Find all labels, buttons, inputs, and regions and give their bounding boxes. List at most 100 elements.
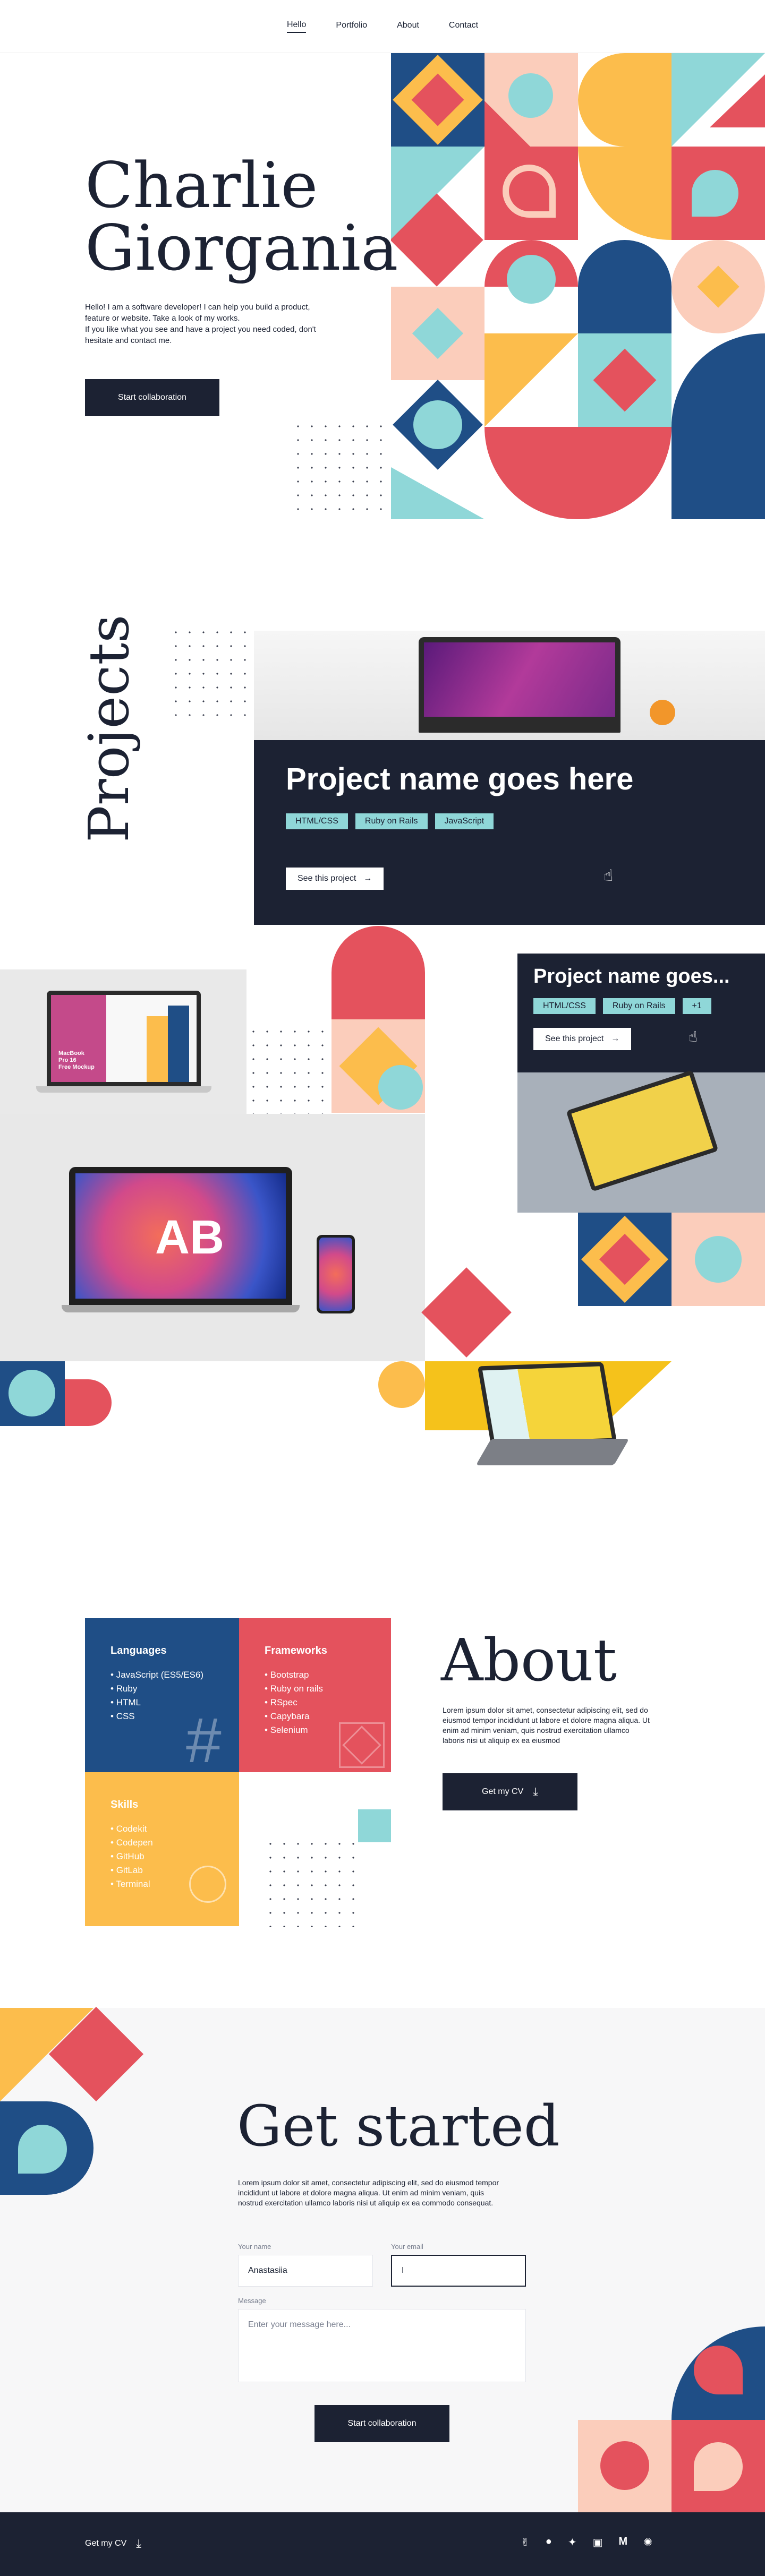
contact-text-line: incididunt ut labore et dolore magna ali… xyxy=(238,2188,484,2197)
angellist-icon[interactable]: ✌ xyxy=(521,2536,530,2549)
mockup-label-line: Pro 16 xyxy=(58,1057,76,1063)
hero-geometric-art xyxy=(391,53,765,519)
orange-icon xyxy=(650,700,675,725)
laptop-screen xyxy=(424,642,615,717)
message-label: Message xyxy=(238,2297,266,2305)
laptop-icon: MacBook Pro 16 Free Mockup xyxy=(47,991,201,1086)
email-field-group: Your email I xyxy=(391,2243,526,2287)
dribbble-icon[interactable]: ✺ xyxy=(643,2536,652,2549)
framework-item: Selenium xyxy=(265,1723,323,1737)
social-links: ✌ ● ✦ ▣ M ✺ xyxy=(521,2536,652,2549)
name-label: Your name xyxy=(238,2243,271,2251)
see-project-1-label: See this project xyxy=(298,874,356,883)
hero-intro: Hello! I am a software developer! I can … xyxy=(85,302,361,346)
laptop-base xyxy=(475,1439,630,1465)
arrow-right-icon: → xyxy=(611,1034,620,1043)
skill-item: GitLab xyxy=(110,1864,153,1877)
framework-item: RSpec xyxy=(265,1696,323,1710)
phone-screen xyxy=(319,1238,352,1311)
circle-decoration xyxy=(600,2441,649,2490)
circle-decoration xyxy=(378,1065,423,1110)
projects-heading: Projects xyxy=(76,614,141,843)
framework-frame-icon xyxy=(339,1722,385,1768)
about-text-line: enim ad minim veniam, quis nostrud exerc… xyxy=(443,1726,630,1734)
frameworks-list: Bootstrap Ruby on rails RSpec Capybara S… xyxy=(265,1668,323,1737)
name-field-group: Your name Anastasiia xyxy=(238,2243,373,2287)
language-item: JavaScript (ES5/ES6) xyxy=(110,1668,203,1682)
cursor-hand-icon: ☝ xyxy=(604,867,614,885)
circle-decoration xyxy=(378,1361,425,1408)
framework-item: Bootstrap xyxy=(265,1668,323,1682)
get-cv-label: Get my CV xyxy=(482,1787,524,1796)
mockup-label-line: Free Mockup xyxy=(58,1064,95,1070)
nav-hello[interactable]: Hello xyxy=(286,20,307,33)
see-project-2-button[interactable]: See this project → xyxy=(533,1028,632,1050)
laptop-screen: MacBook Pro 16 Free Mockup xyxy=(51,995,197,1082)
skill-item: Terminal xyxy=(110,1877,153,1891)
tag-ruby-on-rails: Ruby on Rails xyxy=(602,998,675,1014)
lightbulb-icon xyxy=(189,1866,226,1903)
project-image-2 xyxy=(517,1070,765,1213)
project-card-2-title: Project name goes... xyxy=(533,965,730,988)
laptop-base xyxy=(36,1086,211,1093)
tag-html-css: HTML/CSS xyxy=(286,813,348,829)
footer-cv-link[interactable]: Get my CV ⤓ xyxy=(85,2537,141,2551)
laptop-icon: AB xyxy=(69,1167,292,1305)
laptop-icon xyxy=(419,637,620,733)
nav-portfolio[interactable]: Portfolio xyxy=(336,21,367,32)
mockup-label: MacBook Pro 16 Free Mockup xyxy=(58,1050,95,1071)
tag-ruby-on-rails: Ruby on Rails xyxy=(355,813,428,829)
medium-icon[interactable]: M xyxy=(619,2536,628,2549)
contact-text: Lorem ipsum dolor sit amet, consectetur … xyxy=(238,2178,536,2208)
laptop-screen: AB xyxy=(75,1173,286,1299)
nav-about[interactable]: About xyxy=(397,21,419,32)
laptop-base xyxy=(62,1305,300,1312)
name-input[interactable]: Anastasiia xyxy=(238,2255,373,2287)
about-text: Lorem ipsum dolor sit amet, consectetur … xyxy=(443,1705,687,1746)
twitter-icon[interactable]: ✦ xyxy=(568,2536,577,2549)
dot-grid-decoration xyxy=(169,625,254,716)
start-collaboration-button[interactable]: Start collaboration xyxy=(85,379,219,416)
languages-title: Languages xyxy=(110,1645,167,1656)
dot-grid-decoration xyxy=(246,1025,332,1114)
contact-heading: Get started xyxy=(237,2093,560,2159)
skills-panel: Skills Codekit Codepen GitHub GitLab Ter… xyxy=(85,1772,239,1926)
see-project-2-label: See this project xyxy=(545,1034,604,1043)
framework-item: Ruby on rails xyxy=(265,1682,323,1696)
github-icon[interactable]: ● xyxy=(546,2536,552,2549)
mockup-label-line: MacBook xyxy=(58,1050,84,1057)
hero-intro-line: If you like what you see and have a proj… xyxy=(85,325,316,334)
get-cv-button[interactable]: Get my CV ⤓ xyxy=(443,1773,577,1810)
skill-item: GitHub xyxy=(110,1850,153,1864)
phone-icon xyxy=(317,1235,355,1313)
about-text-line: eiusmod tempor incididunt ut labore et d… xyxy=(443,1716,650,1724)
nav-contact[interactable]: Contact xyxy=(449,21,478,32)
footer: Get my CV ⤓ ✌ ● ✦ ▣ M ✺ xyxy=(0,2512,765,2576)
dot-grid-decoration xyxy=(291,419,391,520)
tag-html-css: HTML/CSS xyxy=(533,998,596,1014)
email-input[interactable]: I xyxy=(391,2255,526,2287)
circle-decoration xyxy=(8,1370,55,1416)
see-project-1-button[interactable]: See this project → xyxy=(286,868,384,890)
message-field-group: Message Enter your message here... xyxy=(238,2297,526,2382)
contact-text-line: nostrud exercitation ullamco laboris nis… xyxy=(238,2199,494,2207)
contact-text-line: Lorem ipsum dolor sit amet, consectetur … xyxy=(238,2178,499,2187)
laptop-screen xyxy=(482,1366,612,1442)
skill-item: Codepen xyxy=(110,1836,153,1850)
framework-item: Capybara xyxy=(265,1710,323,1723)
project-mockup-2: AB xyxy=(0,1114,425,1361)
contact-section: Get started Lorem ipsum dolor sit amet, … xyxy=(0,2006,765,2512)
cursor-hand-icon: ☝ xyxy=(688,1028,698,1045)
message-input[interactable]: Enter your message here... xyxy=(238,2309,526,2382)
project-card-1: Project name goes here HTML/CSS Ruby on R… xyxy=(254,740,765,925)
frameworks-panel: Frameworks Bootstrap Ruby on rails RSpec… xyxy=(239,1618,391,1772)
laptop-screen xyxy=(571,1075,713,1187)
linkedin-icon[interactable]: ▣ xyxy=(593,2536,603,2549)
download-icon: ⤓ xyxy=(136,2537,141,2550)
tag-more: +1 xyxy=(682,998,711,1014)
hero-name: Charlie Giorgania xyxy=(85,154,398,279)
project-image-1 xyxy=(254,631,765,740)
footer-cv-label: Get my CV xyxy=(85,2539,127,2548)
submit-collaboration-button[interactable]: Start collaboration xyxy=(314,2405,449,2442)
project-card-1-tags: HTML/CSS Ruby on Rails JavaScript xyxy=(286,813,501,829)
